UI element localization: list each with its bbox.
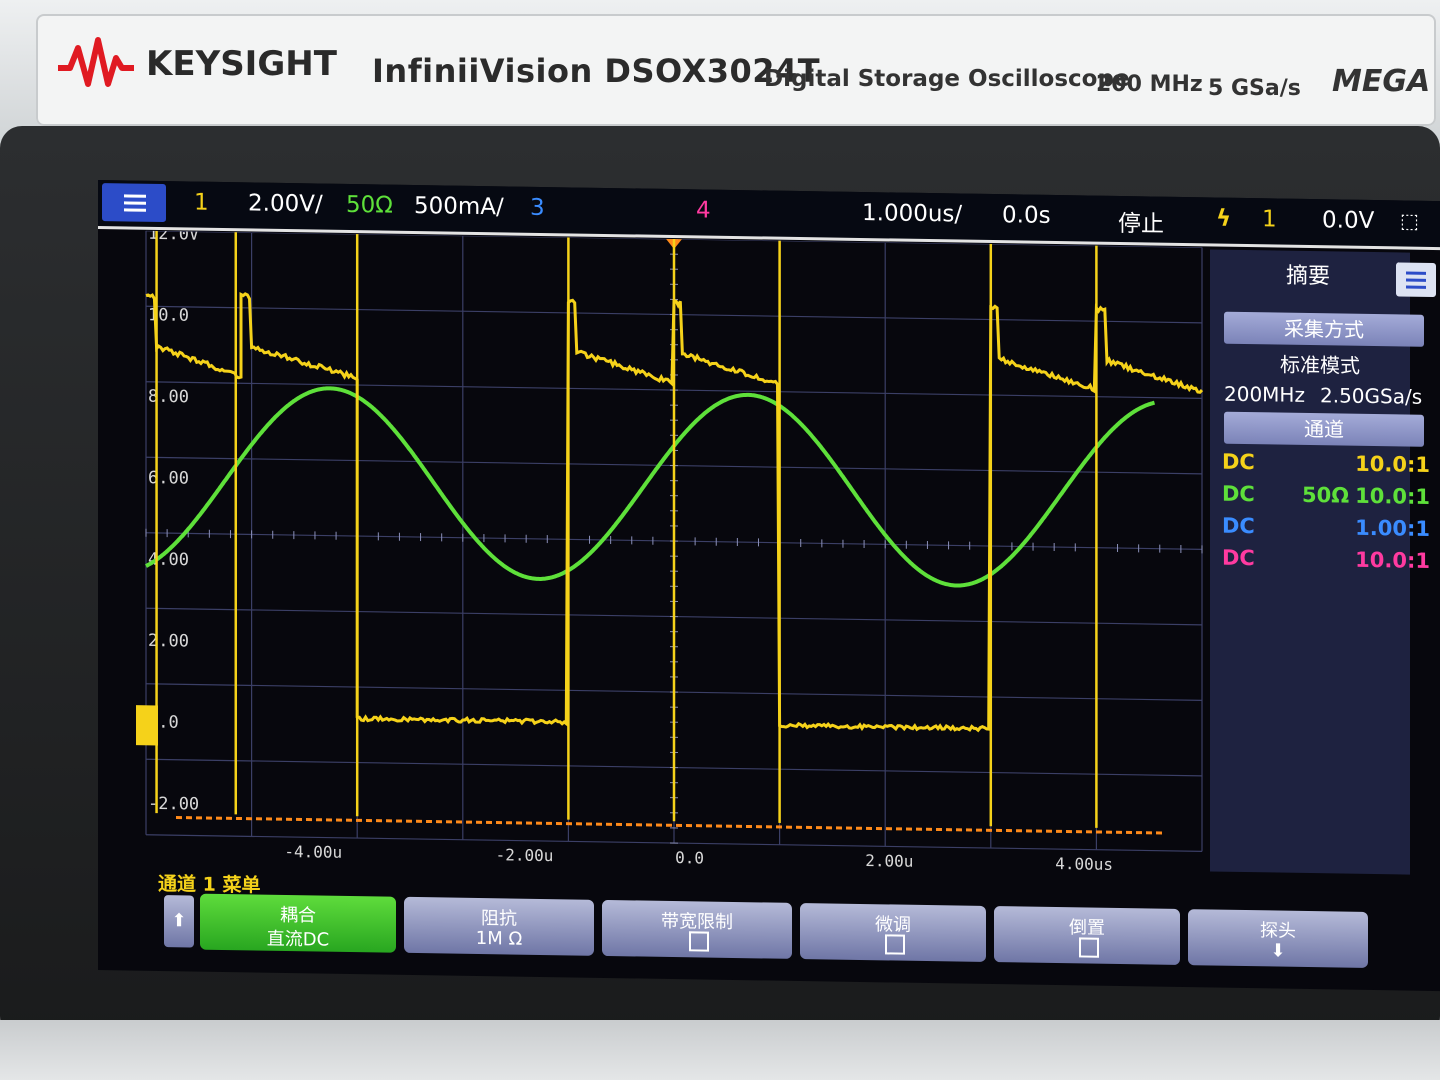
main-menu-button[interactable] [102,183,166,222]
trigger-edge-icon: ϟ [1216,206,1231,232]
trigger-level-line [176,818,1166,834]
acquire-mode: 标准模式 [1280,349,1360,379]
trigger-source[interactable]: 1 [1262,206,1277,232]
channel-probe-ratio: 1.00:1 [1355,516,1430,541]
channel-probe-ratio: 10.0:1 [1355,484,1430,509]
x-axis-label: 2.00u [865,851,913,871]
vernier-checkbox[interactable] [885,934,905,954]
timebase[interactable]: 1.000us/ [862,200,962,228]
ch2-waveform[interactable] [146,385,1155,588]
channel-probe-ratio: 10.0:1 [1355,548,1430,573]
model-name: InfiniiVision DSOX3024T [372,52,820,90]
coupling-value: 直流DC [200,924,396,953]
horizontal-delay[interactable]: 0.0s [1002,202,1051,229]
up-arrow-icon: ⬆ [171,910,186,931]
channel-impedance: 50Ω [1302,483,1349,508]
channel-summary-row-2: DC 50Ω 10.0:1 [1222,482,1422,513]
softkey-bar: ⬆ 耦合 直流DC 阻抗 1M Ω 带宽限制 微调 倒置 探头 ⬇ [158,871,1418,981]
acquire-sample-rate: 2.50GSa/s [1320,383,1422,409]
summary-title: 摘要 [1218,256,1398,299]
invert-checkbox[interactable] [1079,937,1099,957]
ch1-ground-marker[interactable] [136,705,158,745]
y-axis-label: 8.00 [148,387,189,408]
summary-panel: 摘要 采集方式 标准模式 200MHz 2.50GSa/s 通道 DC 10.0:… [1210,249,1410,874]
ch3-indicator[interactable]: 3 [530,195,545,221]
ch1-indicator[interactable]: 1 [194,190,209,216]
back-key[interactable]: ⬆ [164,895,194,947]
instrument-bottom-bezel [0,1020,1440,1080]
channel-coupling: DC [1222,482,1255,507]
brand-name: KEYSIGHT [146,44,337,84]
keysight-logo-icon [56,34,136,94]
bandwidth-spec: 200 MHz [1096,72,1203,97]
bw-limit-checkbox[interactable] [689,931,709,951]
vernier-softkey[interactable]: 微调 [800,903,986,962]
coupling-softkey[interactable]: 耦合 直流DC [200,894,396,953]
sample-rate-spec: 5 GSa/s [1208,76,1301,101]
x-axis-label: 4.00us [1055,854,1113,874]
mega-badge: MEGA [1332,64,1430,99]
ch2-impedance[interactable]: 50Ω [346,192,393,219]
channel-coupling: DC [1222,450,1255,475]
x-axis-label: 0.0 [675,848,704,867]
zoom-icon[interactable]: ⬚ [1400,208,1419,232]
x-axis-label: -4.00u [284,842,342,862]
acquire-bandwidth: 200MHz [1224,382,1305,407]
y-axis-label: 2.00 [148,631,189,652]
channel-coupling: DC [1222,546,1255,571]
acquire-header: 采集方式 [1224,312,1424,347]
probe-down-arrow-icon: ⬇ [1188,939,1368,963]
channel-summary-row-3: DC 1.00:1 [1222,514,1422,545]
trigger-level[interactable]: 0.0V [1322,207,1374,234]
run-state[interactable]: 停止 [1118,204,1164,239]
waveform-plot[interactable]: 12.0V10.08.006.004.002.000.0-2.00-4.00u -… [136,231,1208,878]
channel-coupling: DC [1222,514,1255,539]
probe-softkey[interactable]: 探头 ⬇ [1188,909,1368,968]
ch1-scale[interactable]: 2.00V/ [248,190,323,217]
channel-summary-row-4: DC 10.0:1 [1222,546,1422,577]
model-description: Digital Storage Oscilloscope [764,66,1130,92]
channel-probe-ratio: 10.0:1 [1355,452,1430,477]
x-axis-label: -2.00u [496,845,554,865]
y-axis-label: 6.00 [148,468,189,489]
impedance-value: 1M Ω [404,927,594,951]
impedance-softkey[interactable]: 阻抗 1M Ω [404,897,594,956]
invert-softkey[interactable]: 倒置 [994,906,1180,965]
oscilloscope-screen: 1 2.00V/ 50Ω 500mA/ 3 4 1.000us/ 0.0s 停止… [98,180,1440,991]
channels-header: 通道 [1224,412,1424,447]
ch2-scale[interactable]: 500mA/ [414,193,504,220]
summary-menu-icon[interactable] [1396,262,1436,297]
channel-summary-row-1: DC 10.0:1 [1222,450,1422,481]
ch4-indicator[interactable]: 4 [696,197,711,223]
bw-limit-softkey[interactable]: 带宽限制 [602,900,792,959]
